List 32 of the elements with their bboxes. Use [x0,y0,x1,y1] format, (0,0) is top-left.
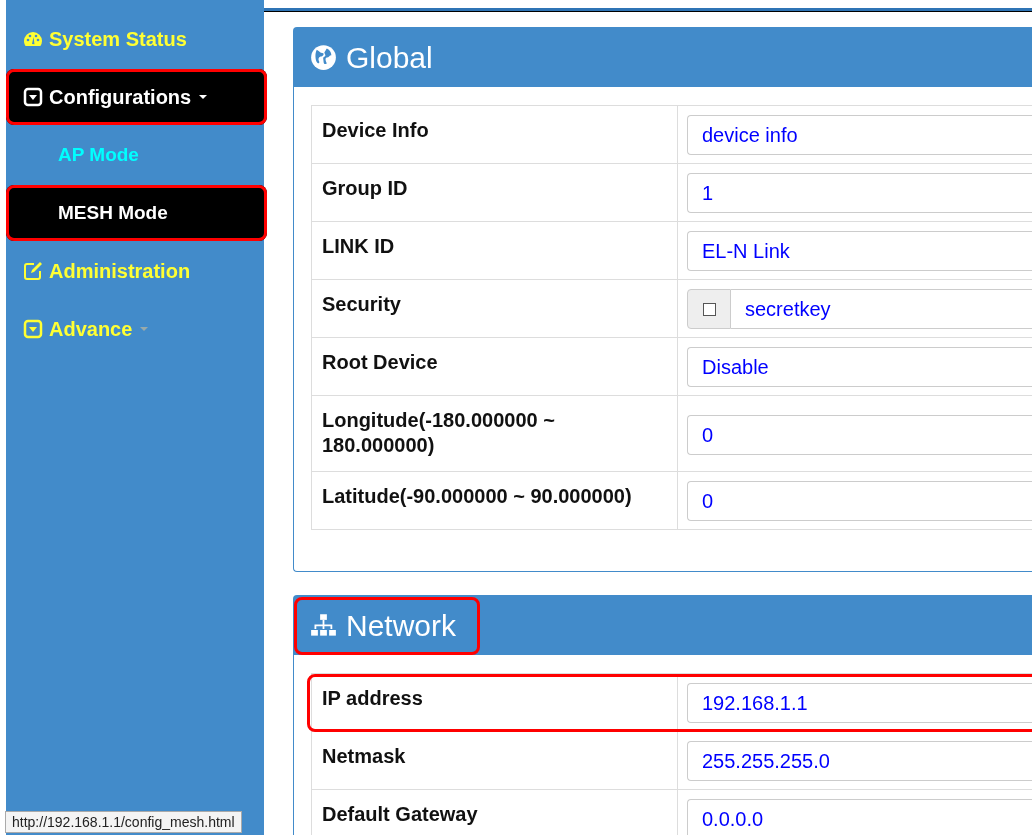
field-label: LINK ID [322,234,396,259]
status-url: http://192.168.1.1/config_mesh.html [5,811,242,833]
network-tree-icon [310,612,337,639]
field-label: Device Info [322,118,430,143]
field-label: Security [322,292,402,317]
input-field[interactable]: 192.168.1.1 [687,683,1032,723]
field-label: IP address [322,686,424,711]
caret-square-icon [23,319,43,339]
globe-icon [310,44,337,71]
input-field[interactable]: 255.255.255.0 [687,741,1032,781]
caret-square-icon [23,87,43,107]
panel-title: Global [294,28,457,87]
gauge-icon [23,29,43,49]
input-field[interactable]: 0 [687,415,1032,455]
field-label: Longitude(-180.000000 ~ 180.000000) [322,408,556,458]
edit-icon [23,261,43,281]
field-label: Group ID [322,176,409,201]
input-field[interactable]: device info [687,115,1032,155]
input-field[interactable]: 0 [687,481,1032,521]
sidebar-item[interactable]: Configurations [6,69,267,125]
input-field[interactable]: 0.0.0.0 [687,799,1032,835]
field-label: Default Gateway [322,802,479,827]
sidebar-item[interactable]: MESH Mode [6,185,267,241]
input-field[interactable]: EL-N Link [687,231,1032,271]
input-field[interactable]: Disable [687,347,1032,387]
field-label: Latitude(-90.000000 ~ 90.000000) [322,484,633,509]
panel-title: Network [294,596,481,655]
checkbox[interactable] [702,302,716,316]
field-label: Root Device [322,350,439,375]
field-label: Netmask [322,744,407,769]
input-field[interactable]: 1 [687,173,1032,213]
input-field[interactable]: secretkey [731,289,1032,329]
